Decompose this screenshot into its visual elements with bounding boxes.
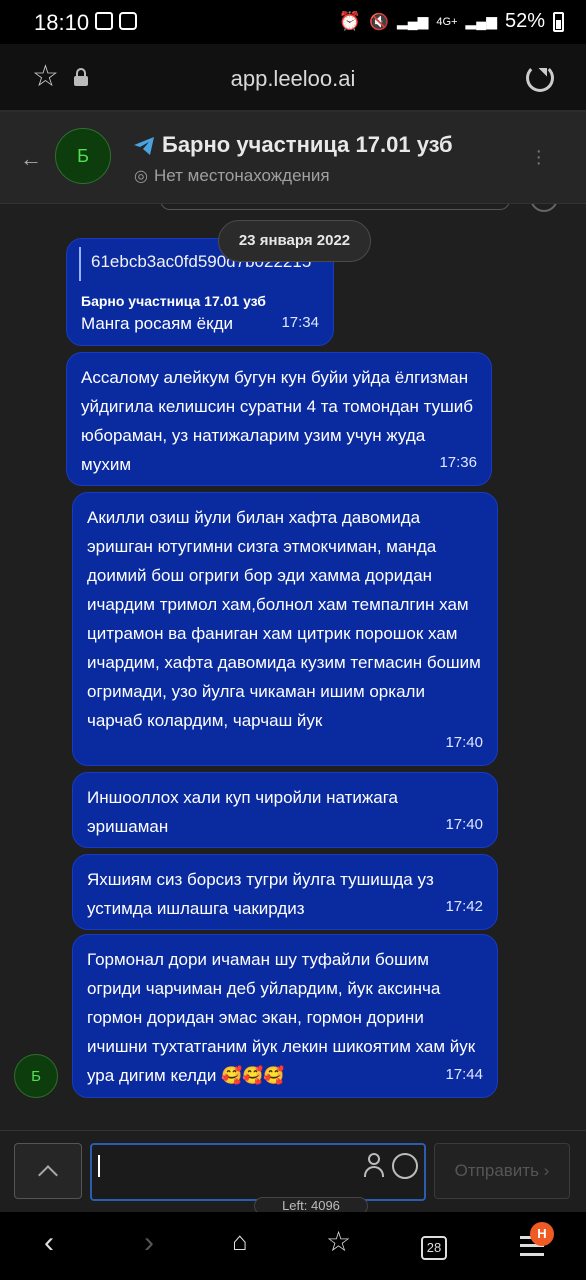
- network-type: 4G+: [436, 15, 458, 28]
- message-bubble[interactable]: Иншооллох хали куп чиройли натижага эриш…: [72, 772, 498, 848]
- message-text: Гормонал дори ичаман шу туфайли бошим ог…: [87, 950, 476, 1085]
- reload-icon[interactable]: [526, 64, 554, 92]
- gallery-icon: [95, 12, 113, 30]
- avatar[interactable]: Б: [55, 128, 111, 184]
- chat-title: Барно участница 17.01 узб: [162, 132, 453, 157]
- message-time: 17:40: [445, 816, 483, 833]
- chat-header: ← Б Барно участница 17.01 узб ◎ Нет мест…: [0, 112, 586, 204]
- status-time: 18:10: [34, 10, 90, 35]
- menu-badge: H: [530, 1222, 554, 1246]
- message-time: 17:36: [439, 454, 477, 471]
- battery-icon: [553, 11, 564, 32]
- bookmark-star-icon[interactable]: ☆: [326, 1228, 351, 1256]
- signal-icon-2: ▂▄▆: [465, 13, 497, 29]
- compose-bar: Отправить › Left: 4096: [0, 1130, 586, 1215]
- app-notification-icon: [119, 12, 137, 30]
- telegram-icon: [134, 137, 154, 155]
- browser-toolbar: ☆ app.leeloo.ai: [0, 44, 586, 112]
- message-time: 17:40: [445, 734, 483, 751]
- more-menu-icon[interactable]: · · ·: [535, 141, 542, 173]
- browser-nav-bar: ‹ › ⌂ ☆ 28 H: [0, 1212, 586, 1280]
- forward-icon[interactable]: ›: [144, 1228, 154, 1258]
- status-bar: 18:10 ⏰ 🔇 ▂▄▆ 4G+ ▂▄▆ 52%: [0, 0, 586, 44]
- chat-location: Нет местонахождения: [154, 166, 330, 185]
- mute-icon: 🔇: [369, 13, 389, 31]
- message-time: 17:42: [445, 898, 483, 915]
- date-separator: 23 января 2022: [218, 220, 371, 262]
- back-icon[interactable]: ‹: [44, 1228, 54, 1258]
- previous-avatar-edge: [530, 204, 558, 212]
- tabs-icon[interactable]: 28: [421, 1236, 447, 1260]
- emoji-icon[interactable]: [392, 1153, 418, 1179]
- home-icon[interactable]: ⌂: [232, 1228, 248, 1254]
- location-pin-icon: ◎: [134, 168, 148, 185]
- message-text: Иншооллох хали куп чиройли натижага эриш…: [87, 788, 399, 836]
- address-bar[interactable]: app.leeloo.ai: [0, 66, 586, 92]
- send-button[interactable]: Отправить ›: [434, 1143, 570, 1199]
- message-bubble[interactable]: Акилли озиш йули билан хафта давомида эр…: [72, 492, 498, 766]
- signal-icon: ▂▄▆: [396, 13, 429, 29]
- battery-percent: 52%: [504, 10, 545, 32]
- message-list[interactable]: 61ebcb3ac0fd590d7b022215 Барно участница…: [0, 204, 586, 1130]
- message-text: Манга росаям ёкди: [81, 314, 233, 333]
- add-person-icon[interactable]: [364, 1153, 388, 1179]
- message-time: 17:44: [445, 1066, 483, 1083]
- message-bubble[interactable]: Гормонал дори ичаман шу туфайли бошим ог…: [72, 934, 498, 1098]
- message-bubble[interactable]: Ассалому алейкум бугун кун буйи уйда ёлг…: [66, 352, 492, 486]
- message-bubble[interactable]: Яхшиям сиз борсиз тугри йулга тушишда уз…: [72, 854, 498, 930]
- text-cursor: [98, 1155, 100, 1177]
- message-text: Акилли озиш йули билан хафта давомида эр…: [87, 508, 481, 730]
- sender-avatar[interactable]: Б: [14, 1054, 58, 1098]
- message-text: Ассалому алейкум бугун кун буйи уйда ёлг…: [81, 368, 473, 474]
- expand-button[interactable]: [14, 1143, 82, 1199]
- previous-message-edge: [160, 204, 510, 210]
- alarm-icon: ⏰: [338, 11, 362, 31]
- message-time: 17:34: [281, 314, 319, 331]
- back-arrow-icon[interactable]: ←: [20, 146, 42, 172]
- message-text: Яхшиям сиз борсиз тугри йулга тушишда уз…: [87, 870, 434, 918]
